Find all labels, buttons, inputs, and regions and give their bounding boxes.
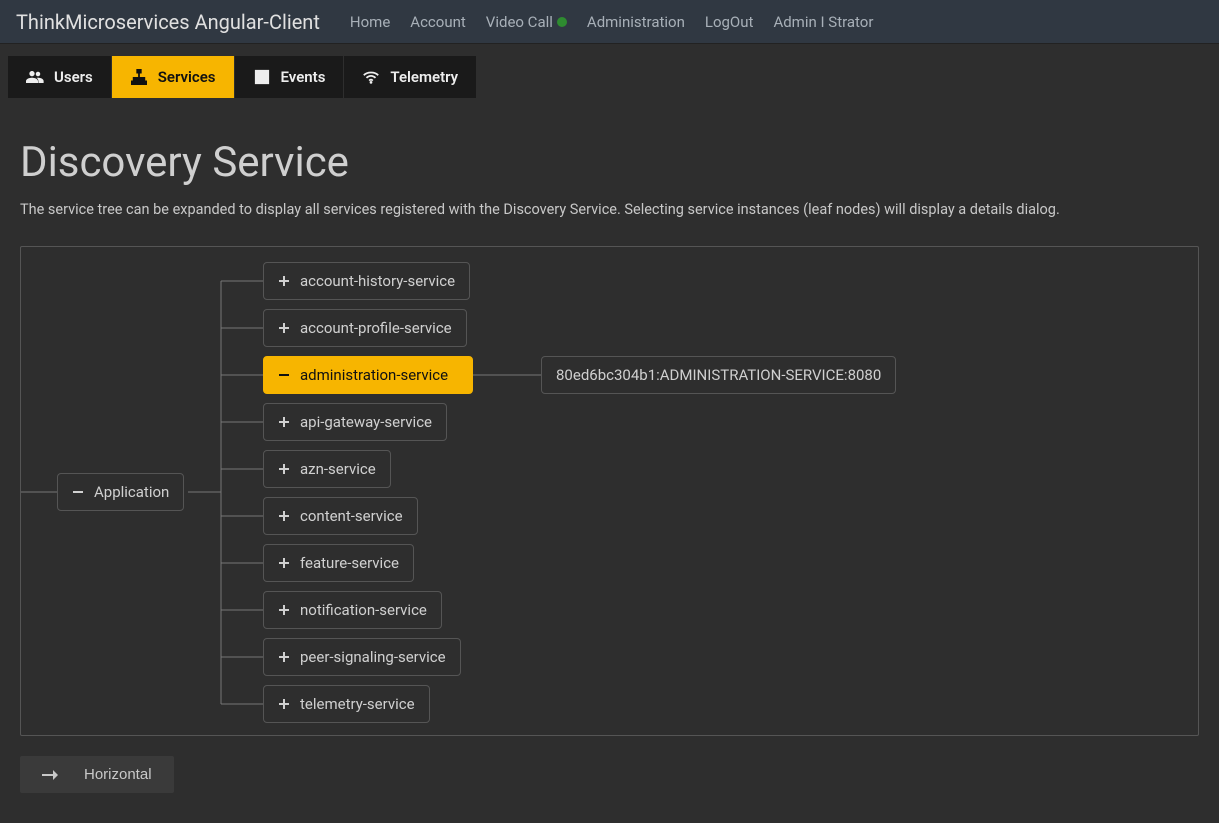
nav-logout[interactable]: LogOut	[705, 13, 754, 31]
admin-tabbar: Users Services Events Telemetry	[0, 56, 1219, 98]
tree-node-service[interactable]: azn-service	[263, 450, 391, 488]
tab-telemetry-label: Telemetry	[390, 68, 458, 86]
wifi-icon	[362, 69, 380, 85]
tree-node-service-selected[interactable]: administration-service	[263, 356, 473, 394]
service-tree-panel: Application account-history-service acco…	[20, 246, 1199, 736]
orientation-toggle-button[interactable]: Horizontal	[20, 756, 174, 793]
tree-node-service[interactable]: telemetry-service	[263, 685, 430, 723]
plus-icon	[278, 604, 290, 616]
tree-node-service[interactable]: account-profile-service	[263, 309, 467, 347]
tree-node-label: telemetry-service	[300, 695, 415, 713]
page-description: The service tree can be expanded to disp…	[20, 201, 1199, 218]
nav-video-call-label: Video Call	[486, 13, 553, 31]
tree-connectors	[21, 247, 1198, 735]
page-content: Discovery Service The service tree can b…	[0, 98, 1219, 823]
arrow-right-icon	[42, 768, 58, 782]
nav-account[interactable]: Account	[410, 13, 466, 31]
tree-node-root-label: Application	[94, 483, 169, 501]
tree-node-label: feature-service	[300, 554, 399, 572]
tab-users[interactable]: Users	[8, 56, 112, 98]
plus-icon	[278, 651, 290, 663]
orientation-toggle-label: Horizontal	[84, 766, 152, 783]
tree-node-instance-label: 80ed6bc304b1:ADMINISTRATION-SERVICE:8080	[556, 366, 881, 384]
plus-icon	[278, 322, 290, 334]
tree-node-service[interactable]: peer-signaling-service	[263, 638, 461, 676]
tab-services-label: Services	[158, 68, 216, 86]
plus-icon	[278, 463, 290, 475]
tree-node-service[interactable]: api-gateway-service	[263, 403, 447, 441]
tree-node-label: azn-service	[300, 460, 376, 478]
app-brand: ThinkMicroservices Angular-Client	[16, 10, 320, 34]
tab-users-label: Users	[54, 68, 93, 86]
plus-icon	[278, 510, 290, 522]
tree-node-instance[interactable]: 80ed6bc304b1:ADMINISTRATION-SERVICE:8080	[541, 356, 896, 394]
tree-node-label: peer-signaling-service	[300, 648, 446, 666]
minus-icon	[278, 369, 290, 381]
tree-node-label: notification-service	[300, 601, 427, 619]
sitemap-icon	[130, 69, 148, 85]
nav-username[interactable]: Admin I Strator	[773, 13, 873, 31]
tree-node-label: administration-service	[300, 366, 448, 384]
tree-node-service[interactable]: content-service	[263, 497, 418, 535]
tree-node-label: account-history-service	[300, 272, 455, 290]
tab-services[interactable]: Services	[112, 56, 235, 98]
plus-icon	[278, 698, 290, 710]
nav-video-call[interactable]: Video Call	[486, 13, 567, 31]
plus-icon	[278, 275, 290, 287]
tree-node-service[interactable]: account-history-service	[263, 262, 470, 300]
tree-node-service[interactable]: feature-service	[263, 544, 414, 582]
tab-events-label: Events	[281, 68, 326, 86]
tree-node-label: api-gateway-service	[300, 413, 432, 431]
tree-node-service[interactable]: notification-service	[263, 591, 442, 629]
tab-events[interactable]: Events	[235, 56, 345, 98]
calendar-icon	[253, 69, 271, 85]
page-title: Discovery Service	[20, 138, 1199, 187]
plus-icon	[278, 416, 290, 428]
top-navbar: ThinkMicroservices Angular-Client Home A…	[0, 0, 1219, 44]
online-status-icon	[557, 17, 567, 27]
users-icon	[26, 69, 44, 85]
tree-node-root[interactable]: Application	[57, 473, 184, 511]
tree-node-label: content-service	[300, 507, 403, 525]
nav-home[interactable]: Home	[350, 13, 390, 31]
plus-icon	[278, 557, 290, 569]
nav-administration[interactable]: Administration	[587, 13, 685, 31]
minus-icon	[72, 486, 84, 498]
tab-telemetry[interactable]: Telemetry	[344, 56, 477, 98]
tree-node-label: account-profile-service	[300, 319, 452, 337]
